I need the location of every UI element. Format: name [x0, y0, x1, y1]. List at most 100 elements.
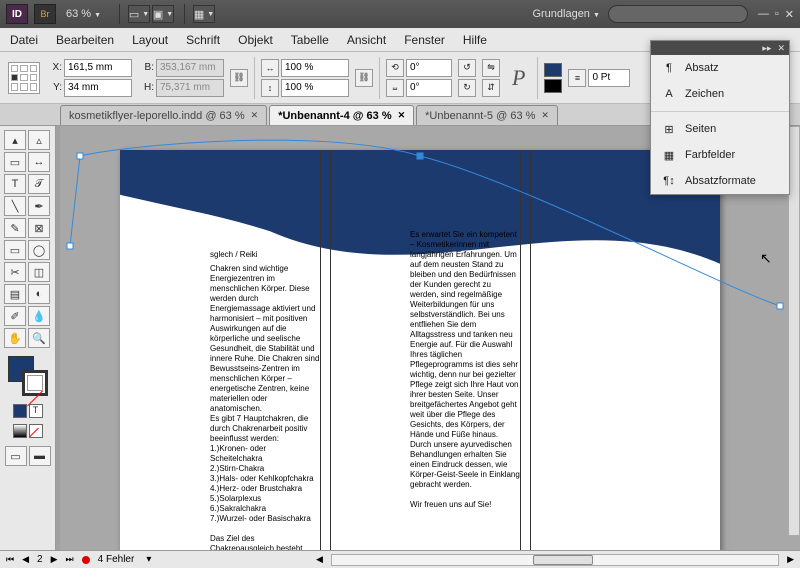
selection-tool[interactable]: ▴ [4, 130, 26, 150]
panel-item-farbfelder[interactable]: ▦Farbfelder [651, 142, 789, 168]
panel-close-icon[interactable]: ✕ [777, 43, 785, 54]
apply-none-button[interactable] [29, 424, 43, 438]
shear-icon: ⧢ [386, 79, 404, 97]
gradient-tool[interactable]: ▤ [4, 284, 26, 304]
close-tab-icon[interactable]: ✕ [251, 110, 259, 121]
rectangle-tool[interactable]: ▭ [4, 240, 26, 260]
heading-text: sglech / Reiki [210, 250, 320, 260]
panel-item-absatzformate[interactable]: ¶↕Absatzformate [651, 168, 789, 194]
document-tab[interactable]: *Unbenannt-4 @ 63 %✕ [269, 105, 414, 125]
line-tool[interactable]: ╲ [4, 196, 26, 216]
panel-collapse-icon[interactable]: ▸▸ [762, 43, 771, 54]
panel-dock[interactable]: ▸▸ ✕ ¶Absatz AZeichen ⊞Seiten ▦Farbfelder… [650, 40, 790, 195]
constrain-proportions-icon[interactable]: ⛓ [230, 69, 248, 87]
menu-hilfe[interactable]: Hilfe [463, 33, 487, 47]
stroke-color-swatch[interactable] [22, 370, 48, 396]
flip-v-icon[interactable]: ⇵ [482, 79, 500, 97]
eyedropper-tool[interactable]: 💧 [28, 306, 50, 326]
fill-stroke-proxy[interactable] [8, 356, 48, 396]
scale-y-input[interactable] [281, 79, 349, 97]
paragraph-styles-icon: ¶↕ [661, 174, 677, 188]
apply-gradient-button[interactable] [13, 424, 27, 438]
prev-page-button[interactable]: ◀ [22, 554, 29, 565]
menu-ansicht[interactable]: Ansicht [347, 33, 386, 47]
menu-bearbeiten[interactable]: Bearbeiten [56, 33, 114, 47]
search-input[interactable] [608, 5, 748, 23]
menu-fenster[interactable]: Fenster [404, 33, 445, 47]
scale-x-input[interactable] [281, 59, 349, 77]
fill-swatch[interactable] [544, 63, 562, 77]
pencil-tool[interactable]: ✎ [4, 218, 26, 238]
menu-layout[interactable]: Layout [132, 33, 168, 47]
close-button[interactable]: ✕ [785, 8, 794, 21]
bridge-button[interactable]: Br [34, 4, 56, 24]
document-tab[interactable]: *Unbenannt-5 @ 63 %✕ [416, 105, 558, 125]
apply-color-button[interactable] [13, 404, 27, 418]
stroke-weight-input[interactable] [588, 69, 630, 87]
panel-item-zeichen[interactable]: AZeichen [651, 81, 789, 107]
scale-x-icon: ↔ [261, 59, 279, 77]
type-tool[interactable]: T [4, 174, 26, 194]
document-tab[interactable]: kosmetikflyer-leporello.indd @ 63 %✕ [60, 105, 267, 125]
close-tab-icon[interactable]: ✕ [541, 110, 549, 121]
page-tool[interactable]: ▭ [4, 152, 26, 172]
scroll-left-button[interactable]: ◀ [316, 554, 323, 565]
view-options-button[interactable]: ▭ [128, 5, 150, 23]
gap-tool[interactable]: ↔ [28, 152, 50, 172]
pen-tool[interactable]: ✒ [28, 196, 50, 216]
stroke-swatch[interactable] [544, 79, 562, 93]
next-page-button[interactable]: ▶ [51, 554, 58, 565]
app-logo: ID [6, 4, 28, 24]
zoom-level[interactable]: 63 % [66, 8, 101, 20]
normal-view-button[interactable]: ▭ [5, 446, 27, 466]
scissors-tool[interactable]: ✂ [4, 262, 26, 282]
close-tab-icon[interactable]: ✕ [398, 110, 406, 121]
error-indicator-icon[interactable] [82, 556, 90, 564]
rotate-cw-icon[interactable]: ↻ [458, 79, 476, 97]
menu-schrift[interactable]: Schrift [186, 33, 220, 47]
ellipse-tool[interactable]: ◯ [28, 240, 50, 260]
rectangle-frame-tool[interactable]: ⊠ [28, 218, 50, 238]
direct-selection-tool[interactable]: ▵ [28, 130, 50, 150]
apply-text-button[interactable]: T [29, 404, 43, 418]
x-position-input[interactable] [64, 59, 132, 77]
rotate-icon: ⟲ [386, 59, 404, 77]
last-page-button[interactable]: ⏭ [66, 554, 74, 565]
free-transform-tool[interactable]: ◫ [28, 262, 50, 282]
menu-objekt[interactable]: Objekt [238, 33, 273, 47]
maximize-button[interactable]: ▫ [775, 8, 779, 21]
screen-mode-button[interactable]: ▣ [152, 5, 174, 23]
panel-item-absatz[interactable]: ¶Absatz [651, 55, 789, 81]
minimize-button[interactable]: — [758, 8, 769, 21]
reference-point-grid[interactable] [8, 62, 40, 94]
height-input[interactable] [156, 79, 224, 97]
status-dropdown-icon[interactable]: ▾ [146, 554, 151, 565]
current-page[interactable]: 2 [37, 554, 43, 565]
first-page-button[interactable]: ⏮ [6, 554, 14, 565]
note-tool[interactable]: ✐ [4, 306, 26, 326]
status-bar: ⏮ ◀ 2 ▶ ⏭ 4 Fehler ▾ ◀ ▶ [0, 550, 800, 568]
width-input[interactable] [156, 59, 224, 77]
arrange-documents-button[interactable]: ▦ [193, 5, 215, 23]
body-text-col2: Es erwartet Sie ein kompetent – Kosmetik… [410, 230, 520, 510]
shear-input[interactable] [406, 79, 452, 97]
preview-view-button[interactable]: ▬ [29, 446, 51, 466]
paragraph-icon: ¶ [661, 61, 677, 75]
gradient-feather-tool[interactable]: ◐ [28, 284, 50, 304]
panel-item-seiten[interactable]: ⊞Seiten [651, 116, 789, 142]
menu-tabelle[interactable]: Tabelle [291, 33, 329, 47]
rotate-ccw-icon[interactable]: ↺ [458, 59, 476, 77]
type-on-path-tool[interactable]: 𝒯 [28, 174, 50, 194]
workspace-switcher[interactable]: Grundlagen [532, 8, 599, 20]
zoom-tool[interactable]: 🔍 [28, 328, 50, 348]
scroll-right-button[interactable]: ▶ [787, 554, 794, 565]
flip-h-icon[interactable]: ⇋ [482, 59, 500, 77]
toolbox: ▴▵ ▭↔ T𝒯 ╲✒ ✎⊠ ▭◯ ✂◫ ▤◐ ✐💧 ✋🔍 T ▭ ▬ [0, 126, 56, 550]
hand-tool[interactable]: ✋ [4, 328, 26, 348]
horizontal-scrollbar[interactable] [331, 554, 779, 566]
menu-datei[interactable]: Datei [10, 33, 38, 47]
constrain-scale-icon[interactable]: ⛓ [355, 69, 373, 87]
error-count[interactable]: 4 Fehler [98, 554, 135, 565]
rotate-input[interactable] [406, 59, 452, 77]
y-position-input[interactable] [64, 79, 132, 97]
